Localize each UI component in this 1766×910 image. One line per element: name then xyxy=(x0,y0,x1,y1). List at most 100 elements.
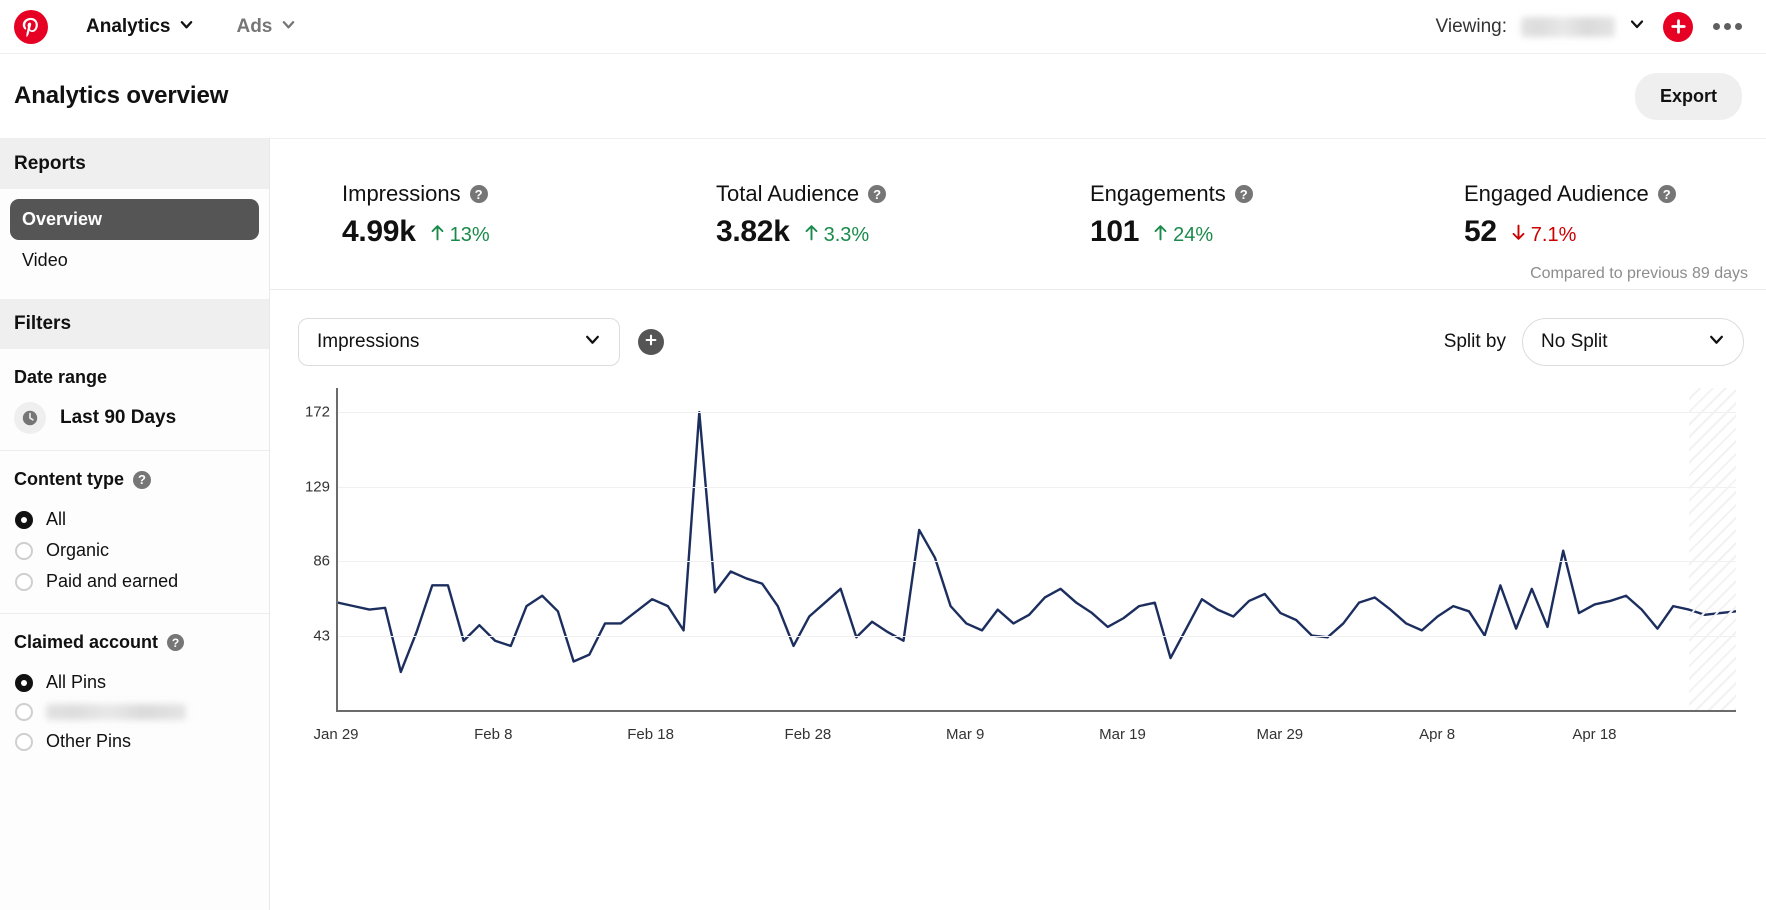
chart-controls: Impressions Split by No Split xyxy=(270,290,1766,366)
filter-content-type-title: Content type ? xyxy=(14,469,255,490)
top-navigation-bar: Analytics Ads Viewing: xyxy=(0,0,1766,54)
metric-delta: 7.1% xyxy=(1511,224,1577,247)
chart-gridline xyxy=(338,412,1736,413)
more-horizontal-icon[interactable] xyxy=(1711,17,1744,36)
filter-content-type: Content type ? All Organic Paid and earn… xyxy=(0,451,269,614)
chart-x-axis-tick: Feb 8 xyxy=(474,726,512,743)
viewing-account-name-redacted xyxy=(1521,17,1615,37)
impressions-time-series-chart: 4386129172 Jan 29Feb 8Feb 18Feb 28Mar 9M… xyxy=(298,388,1744,758)
sidebar-report-links: Overview Video xyxy=(0,189,269,299)
question-mark-icon[interactable]: ? xyxy=(167,634,184,651)
radio-label: Other Pins xyxy=(46,731,131,752)
chart-y-axis-tick: 172 xyxy=(305,404,330,421)
radio-claimed-account-all-pins[interactable]: All Pins xyxy=(14,667,255,698)
chart-x-axis-tick: Mar 19 xyxy=(1099,726,1146,743)
metric-card-engaged-audience: Engaged Audience ? 52 7.1% Compared to p… xyxy=(1392,181,1766,249)
chevron-down-icon xyxy=(584,331,601,354)
radio-content-type-paid-and-earned[interactable]: Paid and earned xyxy=(14,566,255,597)
nav-item-analytics[interactable]: Analytics xyxy=(86,16,194,38)
nav-item-ads-label: Ads xyxy=(236,16,272,38)
filter-claimed-account: Claimed account ? All Pins Other Pins xyxy=(0,614,269,773)
question-mark-icon[interactable]: ? xyxy=(1235,185,1253,203)
plus-icon[interactable] xyxy=(1663,12,1693,42)
sidebar: Reports Overview Video Filters Date rang… xyxy=(0,139,270,910)
split-by-select[interactable]: No Split xyxy=(1522,318,1744,366)
page-body: Reports Overview Video Filters Date rang… xyxy=(0,139,1766,910)
question-mark-icon[interactable]: ? xyxy=(133,471,151,489)
radio-label: Organic xyxy=(46,540,109,561)
radio-indicator xyxy=(15,573,33,591)
arrow-up-icon xyxy=(430,224,445,247)
radio-indicator xyxy=(15,542,33,560)
nav-item-ads[interactable]: Ads xyxy=(236,16,296,38)
metric-value: 4.99k xyxy=(342,215,416,249)
metric-card-engagements: Engagements ? 101 24% xyxy=(1018,181,1392,249)
question-mark-icon[interactable]: ? xyxy=(1658,185,1676,203)
viewing-label: Viewing: xyxy=(1436,16,1507,38)
filter-date-range-title: Date range xyxy=(14,367,255,388)
date-range-picker[interactable]: Last 90 Days xyxy=(14,402,255,434)
sidebar-item-video[interactable]: Video xyxy=(10,240,259,281)
radio-claimed-account-other-pins[interactable]: Other Pins xyxy=(14,726,255,757)
filter-content-type-label: Content type xyxy=(14,469,124,490)
radio-content-type-all[interactable]: All xyxy=(14,504,255,535)
chart-gridline xyxy=(338,487,1736,488)
question-mark-icon[interactable]: ? xyxy=(470,185,488,203)
arrow-up-icon xyxy=(1153,224,1168,247)
page-header: Analytics overview Export xyxy=(0,54,1766,139)
metric-delta-value: 13% xyxy=(450,224,490,247)
metric-card-total-audience: Total Audience ? 3.82k 3.3% xyxy=(644,181,1018,249)
chart-y-axis-tick: 43 xyxy=(313,627,330,644)
metric-value: 101 xyxy=(1090,215,1139,249)
metric-delta-value: 7.1% xyxy=(1531,224,1577,247)
radio-indicator xyxy=(15,733,33,751)
date-range-value: Last 90 Days xyxy=(60,407,176,429)
metric-name: Total Audience xyxy=(716,181,859,207)
radio-indicator xyxy=(15,703,33,721)
metric-value: 52 xyxy=(1464,215,1497,249)
split-by-group: Split by No Split xyxy=(1444,318,1744,366)
chart-x-axis-tick: Mar 29 xyxy=(1256,726,1303,743)
chart-y-axis-tick: 86 xyxy=(313,553,330,570)
radio-claimed-account-redacted[interactable] xyxy=(14,698,255,726)
sidebar-heading-filters: Filters xyxy=(0,299,269,349)
chart-x-axis-tick: Apr 8 xyxy=(1419,726,1455,743)
chart-x-axis-tick: Jan 29 xyxy=(313,726,358,743)
filter-date-range-label: Date range xyxy=(14,367,107,388)
metric-delta: 13% xyxy=(430,224,490,247)
sidebar-item-overview[interactable]: Overview xyxy=(10,199,259,240)
claimed-account-name-redacted xyxy=(46,704,186,720)
top-navigation-right-group: Viewing: xyxy=(1436,12,1744,42)
sidebar-item-video-label: Video xyxy=(22,250,68,270)
metric-value-row: 101 24% xyxy=(1090,215,1392,249)
main-content: Impressions ? 4.99k 13% Total Audience xyxy=(270,139,1766,910)
radio-indicator xyxy=(15,511,33,529)
metric-select[interactable]: Impressions xyxy=(298,318,620,366)
split-by-label: Split by xyxy=(1444,331,1506,353)
chart-y-axis-tick: 129 xyxy=(305,478,330,495)
sidebar-item-overview-label: Overview xyxy=(22,209,102,229)
radio-content-type-organic[interactable]: Organic xyxy=(14,535,255,566)
chevron-down-icon xyxy=(281,16,296,38)
radio-label: All Pins xyxy=(46,672,106,693)
chart-plot-area[interactable]: 4386129172 xyxy=(336,388,1736,712)
metric-value-row: 4.99k 13% xyxy=(342,215,644,249)
clock-icon xyxy=(14,402,46,434)
chevron-down-icon xyxy=(179,16,194,38)
chart-x-axis-tick: Apr 18 xyxy=(1572,726,1616,743)
chart-x-axis-tick: Mar 9 xyxy=(946,726,984,743)
arrow-down-icon xyxy=(1511,224,1526,247)
metric-select-value: Impressions xyxy=(317,331,584,353)
metric-delta: 3.3% xyxy=(804,224,870,247)
chevron-down-icon xyxy=(1629,16,1645,37)
pinterest-logo-icon[interactable] xyxy=(14,10,48,44)
question-mark-icon[interactable]: ? xyxy=(868,185,886,203)
account-switcher[interactable]: Viewing: xyxy=(1436,16,1645,38)
metrics-summary-row: Impressions ? 4.99k 13% Total Audience xyxy=(270,139,1766,290)
split-by-value: No Split xyxy=(1541,331,1708,353)
metric-delta-value: 3.3% xyxy=(824,224,870,247)
add-metric-button[interactable] xyxy=(638,329,664,355)
comparison-note: Compared to previous 89 days xyxy=(1530,265,1748,283)
plus-icon xyxy=(644,333,658,352)
export-button[interactable]: Export xyxy=(1635,73,1742,120)
